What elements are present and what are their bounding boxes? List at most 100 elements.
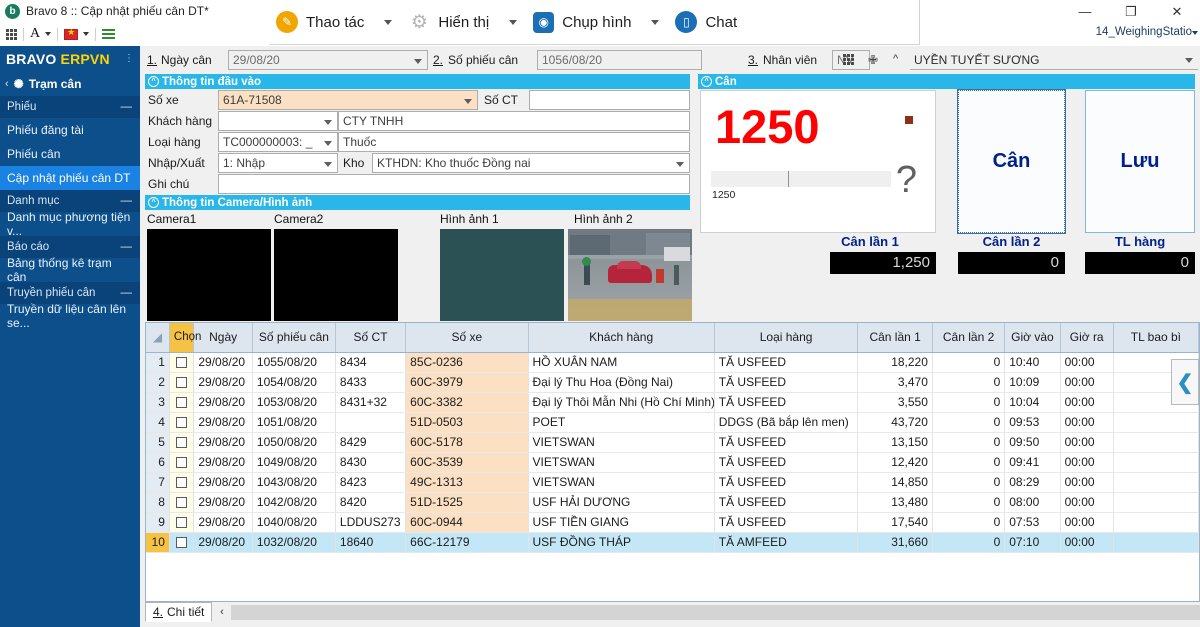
row-select-checkbox[interactable] bbox=[169, 352, 193, 372]
section-header-thong-tin-dau-vao[interactable]: ^ Thông tin đầu vào bbox=[145, 74, 690, 89]
nhan-vien-name-input[interactable]: UYỀN TUYẾT SƯƠNG bbox=[910, 50, 1198, 70]
checkbox-icon[interactable] bbox=[176, 537, 187, 548]
language-caret-icon[interactable] bbox=[83, 32, 89, 36]
table-row[interactable]: 129/08/201055/08/20843485C-0236HỒ XUÂN N… bbox=[146, 352, 1199, 372]
font-icon[interactable]: A bbox=[30, 27, 40, 41]
row-select-checkbox[interactable] bbox=[169, 492, 193, 512]
section-header-can[interactable]: ^ Cân bbox=[698, 74, 1195, 89]
can-button[interactable]: Cân bbox=[958, 90, 1065, 233]
table-row[interactable]: 729/08/201043/08/20842349C-1313VIETSWANT… bbox=[146, 472, 1199, 492]
checkbox-icon[interactable] bbox=[176, 477, 187, 488]
sidebar-item-truyen-du-lieu[interactable]: Truyền dữ liệu cân lên se... bbox=[0, 304, 140, 328]
sidebar-item-phieu-can[interactable]: Phiếu cân bbox=[0, 142, 140, 166]
sidebar-more-icon[interactable]: ⋮ bbox=[124, 53, 135, 64]
checkbox-icon[interactable] bbox=[176, 517, 187, 528]
row-select-checkbox[interactable] bbox=[169, 372, 193, 392]
row-select-checkbox[interactable] bbox=[169, 392, 193, 412]
collapse-icon-bao-cao[interactable]: — bbox=[121, 241, 133, 253]
maximize-button[interactable]: ❐ bbox=[1108, 0, 1154, 23]
hinh-anh-1-image[interactable] bbox=[440, 229, 564, 321]
hien-thi-caret-icon[interactable] bbox=[509, 20, 517, 25]
th-ngay[interactable]: Ngày bbox=[194, 323, 253, 352]
menu-lines-icon[interactable] bbox=[102, 29, 115, 39]
th-so-ct[interactable]: Số CT bbox=[335, 323, 405, 352]
th-can-lan-2[interactable]: Cân lần 2 bbox=[932, 323, 1004, 352]
so-ct-input[interactable] bbox=[529, 90, 690, 110]
th-can-lan-1[interactable]: Cân lần 1 bbox=[858, 323, 932, 352]
collapse-chevron-icon-camera[interactable]: ^ bbox=[148, 197, 159, 208]
table-row[interactable]: 229/08/201054/08/20843360C-3979Đại lý Th… bbox=[146, 372, 1199, 392]
nhan-vien-collapse-icon[interactable]: ^ bbox=[893, 53, 898, 65]
weighing-station-label[interactable]: 14_WeighingStatio bbox=[1096, 26, 1192, 38]
row-select-checkbox[interactable] bbox=[169, 512, 193, 532]
camera1-feed[interactable] bbox=[147, 229, 271, 321]
khach-hang-code-input[interactable] bbox=[218, 111, 338, 131]
minimize-button[interactable]: — bbox=[1062, 0, 1108, 23]
camera2-feed[interactable] bbox=[274, 229, 398, 321]
table-flyout-toggle[interactable]: ❮ bbox=[1171, 359, 1199, 405]
ngay-can-input[interactable]: 29/08/20 bbox=[228, 50, 428, 70]
table-row[interactable]: 829/08/201042/08/20842051D-1525USF HẢI D… bbox=[146, 492, 1199, 512]
th-so-phieu-can[interactable]: Số phiếu cân bbox=[252, 323, 335, 352]
checkbox-icon[interactable] bbox=[176, 397, 187, 408]
luu-button[interactable]: Lưu bbox=[1085, 90, 1195, 233]
hinh-anh-2-image[interactable] bbox=[568, 229, 692, 321]
sidebar-group-phieu[interactable]: Phiếu — bbox=[0, 96, 140, 118]
tab-chi-tiet[interactable]: 4. Chi tiết bbox=[145, 602, 212, 622]
ghi-chu-input[interactable] bbox=[218, 174, 690, 194]
khach-hang-name-input[interactable]: CTY TNHH bbox=[338, 111, 690, 131]
sidebar-item-phieu-dang-tai[interactable]: Phiếu đăng tài bbox=[0, 118, 140, 142]
table-row[interactable]: 929/08/201040/08/20LDDUS27360C-0944USF T… bbox=[146, 512, 1199, 532]
ribbon-item-hien-thi[interactable]: ⚙ Hiển thị bbox=[402, 0, 495, 45]
table-row[interactable]: 529/08/201050/08/20842960C-5178VIETSWANT… bbox=[146, 432, 1199, 452]
nhan-vien-shuffle-icon[interactable]: ✙ bbox=[868, 53, 878, 67]
tab-scroll-left-icon[interactable]: ‹ bbox=[213, 603, 231, 621]
grid-icon[interactable] bbox=[6, 29, 17, 40]
th-gio-ra[interactable]: Giờ ra bbox=[1060, 323, 1113, 352]
th-rownum[interactable]: ◢ bbox=[146, 323, 169, 352]
row-select-checkbox[interactable] bbox=[169, 412, 193, 432]
sidebar-station-header[interactable]: ‹ ✺ Trạm cân bbox=[0, 71, 140, 96]
checkbox-icon[interactable] bbox=[176, 377, 187, 388]
sidebar-back-chevron-icon[interactable]: ‹ bbox=[5, 78, 9, 90]
chup-hinh-caret-icon[interactable] bbox=[651, 20, 659, 25]
loai-hang-name-input[interactable]: Thuốc bbox=[338, 132, 690, 152]
th-khach-hang[interactable]: Khách hàng bbox=[528, 323, 714, 352]
th-tl-bao-bi[interactable]: TL bao bì bbox=[1113, 323, 1198, 352]
sidebar-item-danh-muc-phuong-tien[interactable]: Danh mục phương tiện v... bbox=[0, 212, 140, 236]
checkbox-icon[interactable] bbox=[176, 497, 187, 508]
sidebar-group-danh-muc[interactable]: Danh mục — bbox=[0, 190, 140, 212]
nhan-vien-lookup-grid-icon[interactable] bbox=[843, 54, 854, 65]
row-select-checkbox[interactable] bbox=[169, 472, 193, 492]
thao-tac-caret-icon[interactable] bbox=[384, 20, 392, 25]
so-xe-input[interactable]: 61A-71508 bbox=[218, 90, 478, 110]
collapse-icon-truyen-phieu-can[interactable]: — bbox=[121, 287, 133, 299]
collapse-icon-danh-muc[interactable]: — bbox=[121, 195, 133, 207]
kho-select[interactable]: KTHDN: Kho thuốc Đồng nai bbox=[372, 153, 690, 173]
th-loai-hang[interactable]: Loại hàng bbox=[714, 323, 858, 352]
collapse-icon-phieu[interactable]: — bbox=[121, 101, 133, 113]
row-select-checkbox[interactable] bbox=[169, 432, 193, 452]
checkbox-icon[interactable] bbox=[176, 437, 187, 448]
collapse-chevron-icon-can[interactable]: ^ bbox=[701, 76, 712, 87]
th-so-xe[interactable]: Số xe bbox=[406, 323, 528, 352]
nhap-xuat-select[interactable]: 1: Nhập bbox=[218, 153, 338, 173]
row-select-checkbox[interactable] bbox=[169, 452, 193, 472]
weighing-tickets-table[interactable]: ◢ Chọn Ngày Số phiếu cân Số CT Số xe Khá… bbox=[145, 322, 1200, 602]
checkbox-icon[interactable] bbox=[176, 417, 187, 428]
checkbox-icon[interactable] bbox=[176, 357, 187, 368]
table-row[interactable]: 1029/08/201032/08/201864066C-12179USF ĐỒ… bbox=[146, 532, 1199, 552]
checkbox-icon[interactable] bbox=[176, 457, 187, 468]
row-select-checkbox[interactable] bbox=[169, 532, 193, 552]
ribbon-item-chup-hinh[interactable]: ◉ Chụp hình bbox=[527, 0, 637, 45]
section-header-camera[interactable]: ^ Thông tin Camera/Hình ảnh bbox=[145, 195, 690, 210]
station-caret-icon[interactable] bbox=[1192, 31, 1198, 35]
table-row[interactable]: 429/08/201051/08/2051D-0503POETDDGS (Bã … bbox=[146, 412, 1199, 432]
th-gio-vao[interactable]: Giờ vào bbox=[1005, 323, 1060, 352]
table-row[interactable]: 629/08/201049/08/20843060C-3539VIETSWANT… bbox=[146, 452, 1199, 472]
table-row[interactable]: 329/08/201053/08/208431+3260C-3382Đại lý… bbox=[146, 392, 1199, 412]
loai-hang-code-input[interactable]: TC000000003: _ bbox=[218, 132, 338, 152]
sidebar-item-bang-thong-ke[interactable]: Bảng thống kê trạm cân bbox=[0, 258, 140, 282]
ribbon-item-thao-tac[interactable]: ✎ Thao tác bbox=[270, 0, 370, 45]
sidebar-item-cap-nhat-phieu-can-dt[interactable]: Cập nhật phiếu cân DT bbox=[0, 166, 140, 190]
